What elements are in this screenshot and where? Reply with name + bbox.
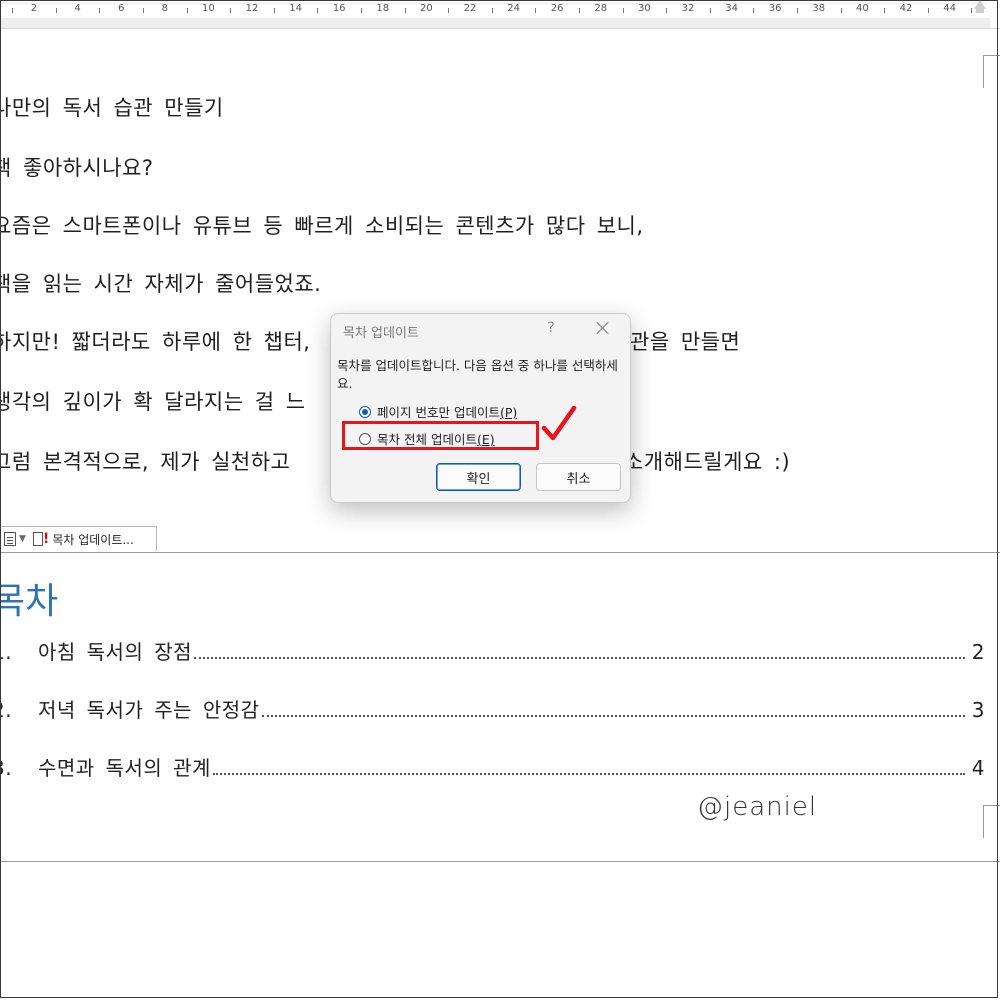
ruler-tick [709, 8, 711, 13]
doc-line[interactable]: 책 좋아하시나요? [0, 152, 154, 182]
toc-entry-page[interactable]: 2 [969, 640, 985, 664]
ruler-number: 42 [899, 3, 913, 14]
doc-line[interactable]: 하지만! 짧더라도 하루에 한 챕터, [0, 326, 310, 356]
author-watermark: @jeaniel [697, 792, 818, 822]
help-button[interactable]: ? [544, 320, 558, 336]
ruler-tick [840, 8, 842, 13]
ruler-number: 38 [812, 3, 826, 14]
ruler-number: 2 [30, 3, 38, 14]
ruler-tick [404, 8, 406, 13]
cancel-button[interactable]: 취소 [536, 463, 621, 491]
ruler-number: 8 [161, 3, 168, 14]
ruler-number: 30 [638, 3, 651, 14]
toc-entry[interactable]: 1. 아침 독서의 장점 2 [0, 636, 985, 665]
toc-entry[interactable]: 3. 수면과 독서의 관계 4 [0, 752, 985, 781]
ruler-number: 20 [420, 3, 433, 14]
dialog-message: 목차를 업데이트합니다. 다음 옵션 중 하나를 선택하세요. [337, 358, 618, 391]
radio-page-numbers-only[interactable] [359, 405, 371, 418]
ruler-number: 10 [202, 3, 215, 14]
ruler-number: 44 [943, 3, 956, 14]
ruler-number: 16 [332, 3, 346, 14]
toc-entry-page[interactable]: 3 [969, 698, 985, 722]
toc-entry-number: 1. [0, 640, 13, 664]
doc-line-fragment[interactable]: 관을 만들면 [630, 326, 740, 356]
toc-entry[interactable]: 2. 저녁 독서가 주는 안정감 3 [0, 694, 985, 723]
ruler-tick [622, 8, 624, 13]
ruler-number: 18 [376, 3, 390, 14]
doc-line[interactable]: 생각의 깊이가 확 달라지는 걸 느 [0, 386, 306, 416]
close-icon[interactable] [593, 318, 613, 338]
ruler-tick [230, 8, 232, 13]
ruler-tick [12, 8, 14, 13]
ruler-tick [971, 8, 973, 13]
ruler-tick [884, 8, 886, 13]
toc-leader-dots [261, 714, 965, 717]
doc-line[interactable]: 책을 읽는 시간 자체가 줄어들었죠. [0, 268, 321, 298]
ruler-number: 26 [550, 3, 564, 14]
ruler-tick [361, 8, 362, 13]
ruler-tick [317, 8, 319, 13]
ruler-number: 14 [289, 3, 302, 14]
ruler-tick [448, 8, 450, 13]
ruler-tick [99, 8, 101, 13]
exclamation-icon: ! [42, 531, 50, 547]
ruler-tick [186, 8, 188, 13]
ruler-tick [535, 8, 537, 13]
ruler-number: 36 [768, 3, 782, 14]
toc-update-label[interactable]: 목차 업데이트... [52, 531, 134, 548]
ruler-number: 32 [681, 3, 695, 14]
doc-line-fragment[interactable]: 소개해드릴게요 :) [624, 446, 790, 476]
ruler-tick [666, 8, 668, 13]
doc-line[interactable]: 그럼 본격적으로, 제가 실천하고 [0, 446, 290, 476]
right-indent-marker-base[interactable] [976, 8, 984, 13]
toc-entry-title[interactable]: 저녁 독서가 주는 안정감 [38, 694, 260, 723]
toc-entry-title[interactable]: 아침 독서의 장점 [38, 636, 192, 665]
horizontal-ruler[interactable]: 2 4 6 8 10 12 14 16 18 20 22 24 26 28 30 32 34 36 38 40 42 44 [0, 0, 1000, 29]
doc-line[interactable]: 요즘은 스마트폰이나 유튜브 등 빠르게 소비되는 콘텐츠가 많다 보니, [0, 210, 644, 240]
ruler-number: 4 [74, 3, 81, 14]
ruler-tick [143, 8, 144, 13]
toc-entry-title[interactable]: 수면과 독서의 관계 [38, 752, 211, 781]
document-icon[interactable] [4, 532, 16, 546]
ruler-strip [0, 18, 990, 28]
highlight-box-annotation [342, 421, 539, 450]
option-page-numbers-only[interactable]: 페이지 번호만 업데이트(P) [359, 402, 517, 421]
toc-entry-page[interactable]: 4 [969, 756, 985, 780]
page-corner-mark-top [983, 55, 1000, 88]
toc-heading[interactable]: 목차 [0, 572, 58, 624]
ruler-tick [55, 8, 57, 13]
toc-field-tab[interactable]: ▼ ! 목차 업데이트... [0, 526, 157, 551]
ruler-tick [797, 8, 798, 13]
ruler-number: 12 [245, 3, 259, 14]
option-label[interactable]: 페이지 번호만 업데이트(P) [377, 402, 517, 421]
update-toc-dialog: 목차 업데이트 ? 목차를 업데이트합니다. 다음 옵션 중 하나를 선택하세요… [330, 313, 631, 503]
toc-entry-number: 3. [0, 756, 13, 780]
ruler-tick [491, 8, 493, 13]
update-page-icon[interactable] [32, 532, 43, 546]
ok-button[interactable]: 확인 [436, 463, 521, 491]
ruler-number: 34 [725, 3, 738, 14]
ruler-number: 22 [463, 3, 477, 14]
doc-line-title[interactable]: 나만의 독서 습관 만들기 [0, 92, 224, 122]
ruler-number: 28 [594, 3, 608, 14]
toc-leader-dots [194, 656, 965, 659]
red-checkmark-icon [541, 405, 577, 441]
ruler-number: 24 [507, 3, 520, 14]
ruler-tick [273, 8, 275, 13]
dialog-title: 목차 업데이트 [343, 326, 419, 341]
toc-entry-number: 2. [0, 698, 13, 722]
ruler-tick [927, 8, 929, 13]
toc-leader-dots [212, 772, 965, 775]
chevron-down-icon[interactable]: ▼ [19, 534, 26, 544]
ruler-tick [753, 8, 755, 13]
ruler-tick [579, 8, 580, 13]
ruler-number: 40 [856, 3, 869, 14]
ruler-number: 6 [118, 3, 125, 14]
